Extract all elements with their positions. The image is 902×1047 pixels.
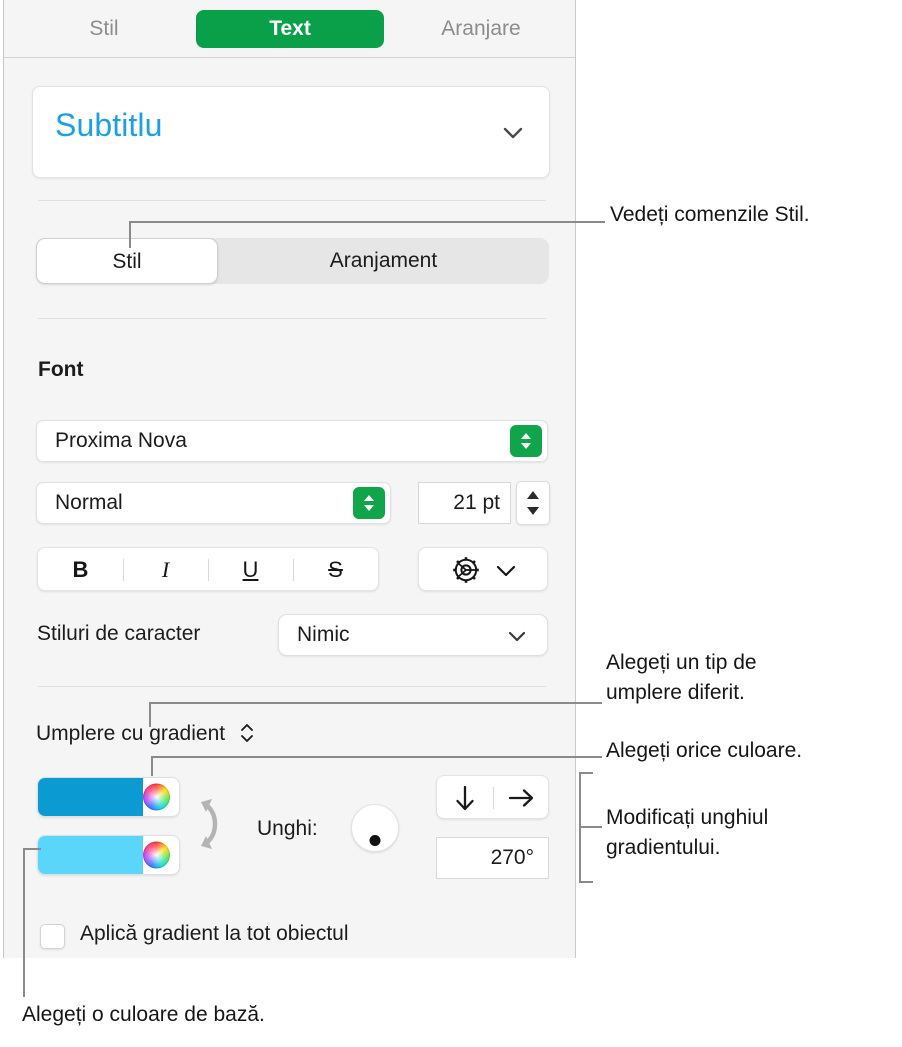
font-weight-select[interactable]: Normal: [36, 482, 391, 524]
font-section-label: Font: [38, 358, 84, 381]
angle-dial-handle[interactable]: [369, 835, 381, 846]
divider: [38, 686, 546, 687]
font-family-value: Proxima Nova: [55, 429, 187, 452]
inspector-tab-bar: Stil Text Aranjare: [4, 0, 575, 58]
font-options-button[interactable]: [418, 547, 548, 591]
gradient-angle-value: 270°: [490, 846, 534, 869]
callout-gradient-angle: Modificați unghiul gradientului.: [606, 806, 769, 859]
chevron-down-icon: [501, 121, 525, 145]
callout-base-color: Alegeți o culoare de bază.: [22, 1003, 265, 1026]
divider: [38, 318, 546, 319]
tab-stil[interactable]: Stil: [44, 10, 164, 48]
color-chip: [38, 836, 143, 874]
chevron-down-icon: [505, 624, 529, 648]
gradient-angle-label: Unghi:: [257, 817, 318, 840]
gradient-start-color-well[interactable]: [37, 777, 180, 817]
underline-button[interactable]: U: [208, 548, 293, 592]
tab-aranjare[interactable]: Aranjare: [400, 10, 562, 48]
bold-button[interactable]: B: [38, 548, 123, 592]
paragraph-style-picker[interactable]: Subtitlu: [32, 86, 550, 178]
gradient-end-color-well[interactable]: [37, 835, 180, 875]
strikethrough-button[interactable]: S: [293, 548, 378, 592]
font-family-select[interactable]: Proxima Nova: [36, 420, 548, 462]
text-formatting-group: B I U S: [37, 547, 379, 591]
callout-any-color: Alegeți orice culoare.: [606, 739, 803, 762]
font-size-value: 21 pt: [453, 491, 500, 514]
font-family-stepper-icon: [510, 425, 542, 457]
font-weight-value: Normal: [55, 491, 123, 514]
fill-type-popup[interactable]: Umplere cu gradient: [36, 722, 255, 746]
up-down-chevron-icon: [240, 724, 253, 742]
gradient-angle-input[interactable]: 270°: [436, 837, 549, 879]
font-size-input[interactable]: 21 pt: [418, 482, 511, 524]
character-styles-select[interactable]: Nimic: [278, 614, 548, 656]
screenshot-root: Stil Text Aranjare Subtitlu Stil Aranjam…: [0, 0, 902, 1047]
color-wheel-icon[interactable]: [143, 783, 170, 811]
character-styles-label: Stiluri de caracter: [37, 622, 201, 645]
color-chip: [38, 778, 143, 816]
color-wheel-icon[interactable]: [143, 841, 170, 869]
apply-gradient-label: Aplică gradient la tot obiectul: [80, 922, 349, 945]
style-layout-segmented-control: Stil Aranjament: [36, 238, 549, 284]
segment-stil[interactable]: Stil: [36, 238, 218, 284]
fill-type-value: Umplere cu gradient: [36, 722, 226, 745]
swap-colors-icon[interactable]: [192, 793, 232, 855]
segment-aranjament[interactable]: Aranjament: [218, 238, 549, 284]
gradient-direction-group: [436, 775, 549, 819]
paragraph-style-value: Subtitlu: [55, 107, 163, 143]
italic-button[interactable]: I: [123, 548, 208, 592]
gradient-angle-dial[interactable]: [351, 804, 399, 852]
font-weight-stepper-icon: [353, 487, 385, 519]
apply-gradient-checkbox[interactable]: [40, 924, 65, 949]
format-inspector-panel: Stil Text Aranjare Subtitlu Stil Aranjam…: [3, 0, 576, 958]
divider: [38, 200, 546, 201]
gradient-direction-right[interactable]: [494, 776, 550, 820]
character-styles-value: Nimic: [297, 623, 350, 646]
tab-text[interactable]: Text: [196, 10, 384, 48]
font-size-stepper[interactable]: [516, 481, 550, 525]
callout-fill-type: Alegeți un tip de umplere diferit.: [606, 651, 757, 704]
gradient-direction-down[interactable]: [437, 776, 493, 820]
callout-style-controls: Vedeți comenzile Stil.: [610, 203, 810, 226]
